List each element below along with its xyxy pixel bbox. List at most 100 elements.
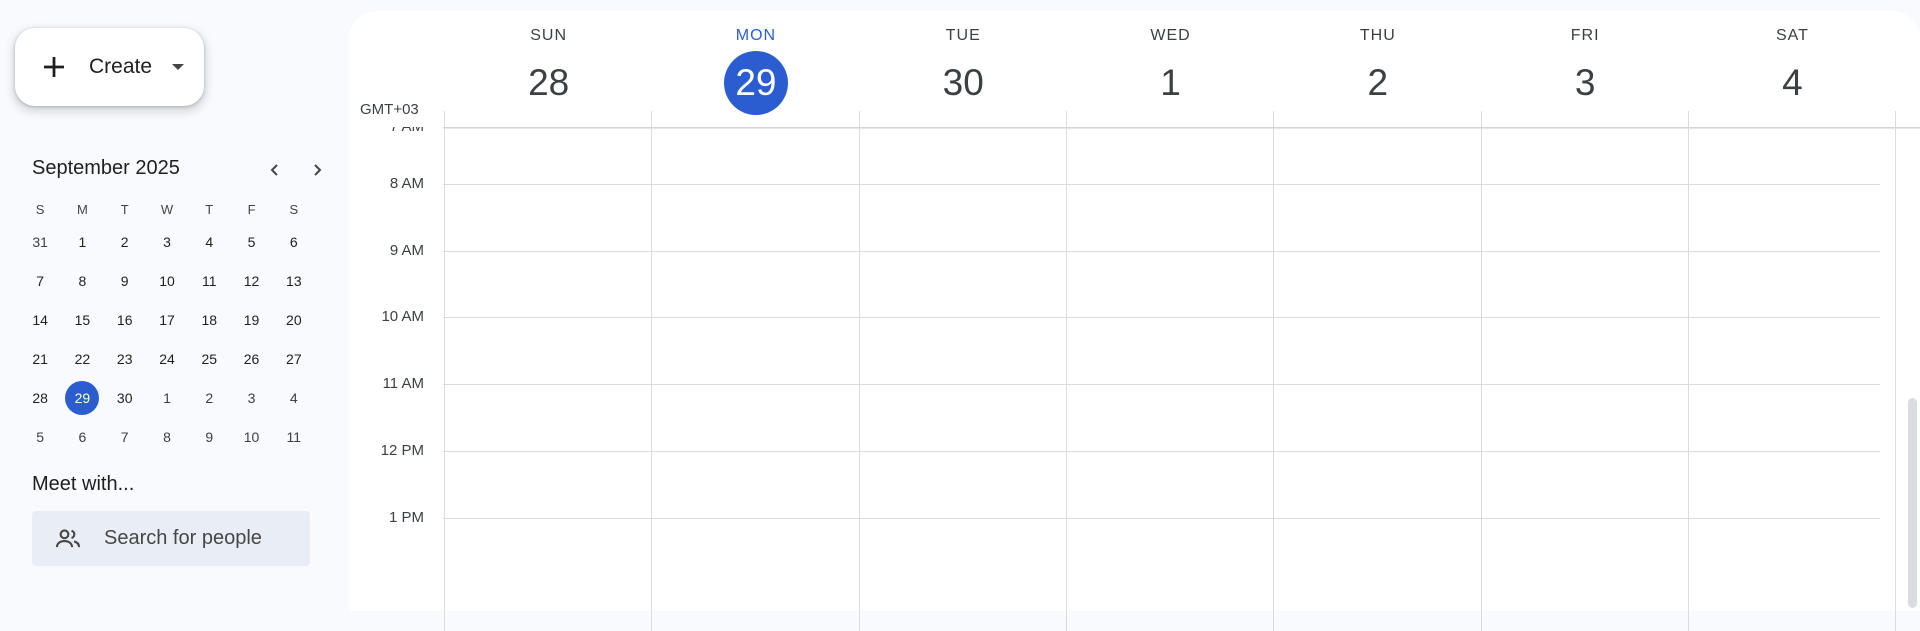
day-header-fri: FRI 3 [1482, 11, 1689, 121]
mini-calendar-day[interactable]: 6 [61, 417, 103, 456]
day-header-mon: MON 29 [652, 11, 859, 121]
hour-gridline [443, 250, 1880, 252]
mini-calendar-day[interactable]: 23 [104, 339, 146, 378]
mini-calendar-day-number: 4 [205, 233, 214, 250]
mini-calendar-day-number: 8 [163, 428, 171, 445]
mini-calendar-day-number: 23 [116, 350, 133, 367]
time-grid[interactable]: 7 AM 8 AM 9 AM 10 AM 11 AM 12 PM 1 PM [349, 111, 1920, 631]
day-column-divider [1895, 111, 1897, 631]
mini-calendar-day[interactable]: 14 [19, 300, 61, 339]
mini-calendar-day[interactable]: 26 [230, 339, 272, 378]
week-view: GMT+03 7 AM 8 AM 9 AM 10 AM 11 AM 12 PM 1 PM S… [349, 11, 1920, 631]
mini-calendar-week: 7 8 9 10 11 12 13 [19, 261, 315, 300]
day-of-week-label: SUN [530, 27, 568, 44]
day-number-button[interactable]: 4 [1760, 51, 1824, 115]
mini-calendar-day[interactable]: 18 [188, 300, 230, 339]
mini-calendar-day[interactable]: 16 [104, 300, 146, 339]
day-number-button[interactable]: 28 [517, 51, 581, 115]
mini-calendar-day[interactable]: 4 [273, 378, 315, 417]
mini-calendar-day-number: 8 [78, 272, 87, 289]
mini-calendar-day-number: 10 [243, 428, 260, 445]
day-column-divider [1065, 111, 1067, 631]
mini-calendar-day[interactable]: 28 [19, 378, 61, 417]
hour-label: 12 PM [380, 442, 424, 459]
mini-calendar-day-number: 24 [159, 350, 175, 367]
mini-calendar-day[interactable]: 30 [104, 378, 146, 417]
day-header-thu: THU 2 [1274, 11, 1481, 121]
mini-calendar-day[interactable]: 21 [19, 339, 61, 378]
mini-calendar-day-number: 6 [78, 428, 87, 445]
day-number-button[interactable]: 3 [1553, 51, 1617, 115]
mini-calendar-day[interactable]: 3 [230, 378, 272, 417]
mini-calendar-day[interactable]: 9 [188, 417, 230, 456]
mini-calendar-day-number: 7 [36, 272, 45, 289]
mini-calendar-day[interactable]: 9 [104, 261, 146, 300]
mini-calendar-day-number: 1 [163, 389, 171, 406]
mini-calendar-day-number: 5 [36, 428, 45, 445]
mini-calendar-day[interactable]: 31 [19, 222, 61, 261]
hour-label: 11 AM [382, 375, 424, 393]
hour-gridline [443, 317, 1880, 319]
mini-calendar-day[interactable]: 15 [61, 300, 103, 339]
day-of-week-label: FRI [1570, 27, 1600, 44]
mini-calendar-day[interactable]: 22 [61, 339, 103, 378]
next-month-button[interactable] [302, 155, 332, 185]
mini-calendar-header: September 2025 [32, 155, 322, 185]
mini-calendar-day[interactable]: 24 [146, 339, 188, 378]
day-header-tue: TUE 30 [860, 11, 1067, 121]
mini-calendar-day-number: 6 [289, 233, 298, 250]
day-number-button[interactable]: 1 [1139, 51, 1203, 115]
mini-calendar-day[interactable]: 13 [273, 261, 315, 300]
mini-calendar-day-number: 31 [32, 233, 48, 250]
mini-calendar-day[interactable]: 10 [146, 261, 188, 300]
hour-gridline [443, 517, 1880, 519]
search-people-input[interactable]: Search for people [32, 511, 310, 566]
mini-calendar-day[interactable]: 19 [230, 300, 272, 339]
people-icon [55, 528, 81, 547]
mini-calendar-day[interactable]: 2 [104, 222, 146, 261]
mini-calendar-day-number: 16 [116, 311, 133, 328]
day-number-button[interactable]: 29 [723, 51, 788, 115]
mini-calendar-day[interactable]: 4 [188, 222, 230, 261]
mini-calendar-day-number: 30 [116, 389, 133, 406]
mini-calendar-day[interactable]: 1 [146, 378, 188, 417]
mini-calendar-day[interactable]: 11 [273, 417, 315, 456]
day-header-wed: WED 1 [1067, 11, 1274, 121]
hour-label: 1 PM [388, 508, 424, 526]
mini-calendar-day[interactable]: 20 [273, 300, 315, 339]
mini-calendar-day[interactable]: 5 [230, 222, 272, 261]
mini-calendar-day[interactable]: 10 [230, 417, 272, 456]
meet-with-title: Meet with... [32, 473, 135, 495]
prev-month-button[interactable] [260, 155, 290, 185]
mini-calendar-day-number: 2 [205, 389, 214, 406]
mini-calendar-day[interactable]: 2 [188, 378, 230, 417]
scrollbar-thumb[interactable] [1908, 398, 1917, 608]
day-number-button[interactable]: 2 [1346, 51, 1410, 115]
mini-calendar-day[interactable]: 8 [61, 261, 103, 300]
mini-calendar-day[interactable]: 3 [146, 222, 188, 261]
create-button[interactable]: Create [15, 28, 204, 106]
mini-calendar-day-number: 25 [201, 350, 218, 367]
mini-calendar-day[interactable]: 25 [188, 339, 230, 378]
mini-calendar-day[interactable]: 7 [19, 261, 61, 300]
mini-calendar-day[interactable]: 7 [104, 417, 146, 456]
mini-calendar-day-number: 1 [78, 233, 87, 250]
hour-label: 9 AM [389, 241, 424, 259]
mini-calendar-day[interactable]: 5 [19, 417, 61, 456]
mini-calendar-day[interactable]: 27 [273, 339, 315, 378]
chevron-right-icon [314, 164, 322, 176]
mini-calendar-day-number: 26 [243, 350, 260, 367]
caret-down-icon [172, 64, 185, 70]
mini-calendar-day[interactable]: 12 [230, 261, 272, 300]
mini-calendar-day[interactable]: 11 [188, 261, 230, 300]
day-number-button[interactable]: 30 [931, 51, 995, 115]
mini-calendar-day[interactable]: 8 [146, 417, 188, 456]
mini-calendar-day-number: 22 [74, 350, 91, 367]
mini-calendar-day[interactable]: 29 [61, 378, 103, 417]
header-divider [443, 127, 1920, 129]
mini-calendar-day[interactable]: 6 [273, 222, 315, 261]
mini-calendar-day[interactable]: 17 [146, 300, 188, 339]
weekday-label: T [205, 202, 214, 217]
mini-calendar-weekdays: SMTWTFS [19, 197, 315, 222]
mini-calendar-day[interactable]: 1 [61, 222, 103, 261]
